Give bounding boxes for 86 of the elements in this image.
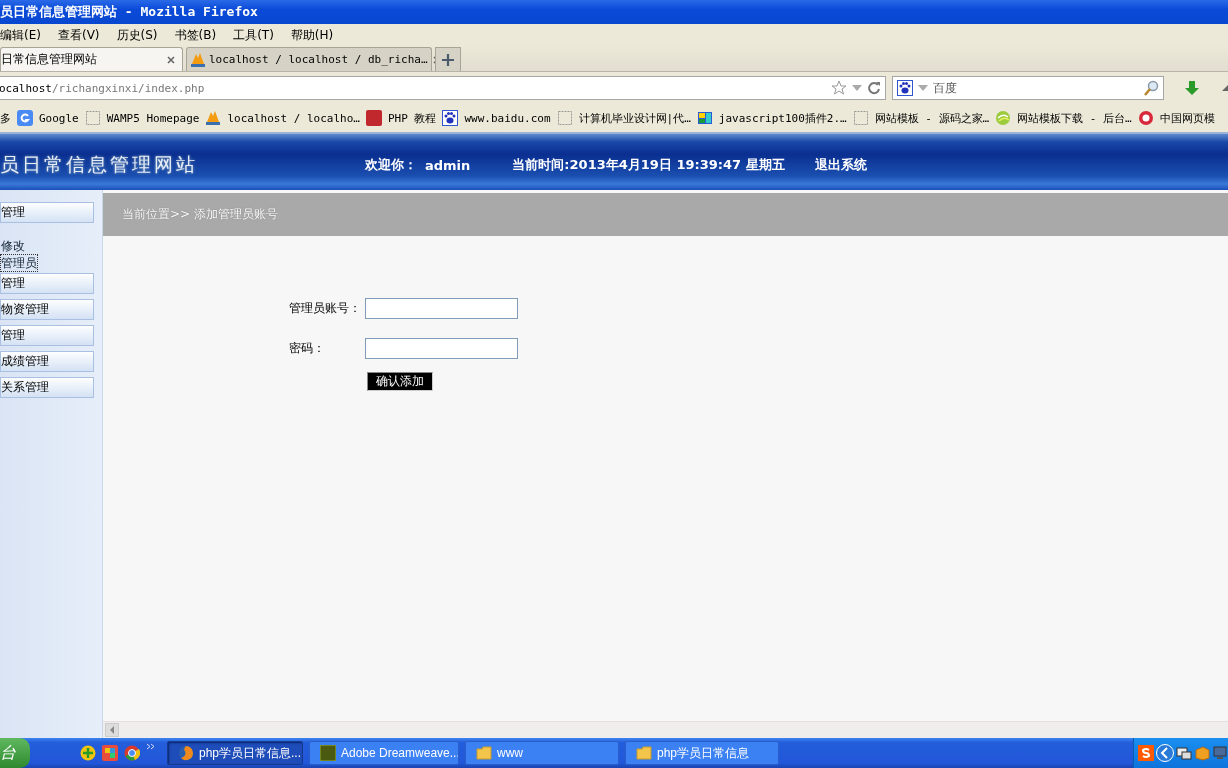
sidebar-section[interactable]: 成绩管理 [0, 351, 94, 372]
sidebar-section[interactable]: 物资管理 [0, 299, 94, 320]
picture-icon[interactable] [102, 745, 118, 761]
taskbar-button[interactable]: www [465, 741, 619, 765]
url-text: ocalhost/richangxinxi/index.php [0, 81, 206, 95]
sidebar-link[interactable]: 管理员 [0, 254, 38, 272]
menu-item[interactable]: 编辑(E) [0, 26, 41, 44]
logout-link[interactable]: 退出系统 [814, 156, 867, 174]
paw-icon [896, 80, 913, 96]
bookmark-link[interactable]: 多 [0, 110, 11, 126]
tile-icon[interactable] [365, 110, 382, 126]
bookmark-link[interactable]: Google [39, 111, 79, 125]
arrow-icon [109, 726, 115, 734]
page-icon[interactable] [84, 110, 101, 126]
dropdown-icon [916, 83, 929, 93]
menu-item[interactable]: 查看(V) [57, 26, 100, 44]
chevron-icon[interactable] [146, 743, 155, 750]
sidebar-section[interactable]: 关系管理 [0, 377, 94, 398]
bookmark-link[interactable]: PHP 教程 [387, 110, 437, 126]
taskbar-button[interactable]: php学员日常信息 [625, 741, 779, 765]
grid-icon[interactable] [696, 110, 713, 126]
sidebar-section[interactable]: 管理 [0, 202, 94, 223]
browser-icon [178, 745, 194, 761]
back-icon[interactable] [1156, 744, 1174, 762]
bookmark-link[interactable]: 中国网页模 [1159, 110, 1215, 126]
browser-tab[interactable]: 日常信息管理网站 [0, 47, 183, 71]
bookmark-link[interactable]: javascript100插件2.… [718, 110, 847, 126]
flame-icon[interactable] [205, 110, 222, 126]
field-label: 管理员账号： [289, 300, 362, 317]
circle-icon[interactable] [1137, 110, 1154, 126]
browser-icon[interactable] [124, 745, 140, 761]
submit-button[interactable]: 确认添加 [367, 372, 433, 391]
globe-icon[interactable] [995, 110, 1012, 126]
current-time: 当前时间:2013年4月19日 19:39:47 星期五 [512, 156, 785, 174]
site-title: 员日常信息管理网站 [0, 152, 199, 177]
menu-item[interactable]: 历史(S) [116, 26, 158, 44]
search-field[interactable]: 百度 [932, 81, 1140, 95]
breadcrumb: 当前位置>> 添加管理员账号 [122, 206, 278, 223]
folder-icon [476, 745, 492, 761]
sidebar-link[interactable]: 修改 [0, 237, 26, 255]
paw-icon[interactable] [442, 110, 459, 126]
folder-icon [636, 745, 652, 761]
welcome-label: 欢迎你： [365, 156, 417, 174]
monitor-icon[interactable] [1212, 745, 1228, 761]
address-field[interactable]: ocalhost/richangxinxi/index.php [0, 76, 886, 100]
plus-icon [441, 52, 455, 67]
new-tab-button[interactable] [435, 47, 461, 71]
bookmark-link[interactable]: 计算机毕业设计网|代… [578, 110, 691, 126]
sidebar-section[interactable]: 管理 [0, 273, 94, 294]
tab-label: localhost / localhost / db_richa… [209, 53, 428, 66]
menu-item[interactable]: 帮助(H) [290, 26, 334, 44]
bookmark-link[interactable]: www.baidu.com [464, 111, 551, 125]
password-field[interactable] [365, 338, 518, 359]
page-icon[interactable] [556, 110, 573, 126]
dropdown-icon [850, 83, 863, 93]
sidebar-section[interactable]: 管理 [0, 325, 94, 346]
flame-icon [190, 51, 206, 68]
bookmark-icon[interactable] [17, 110, 33, 126]
tab-label: 日常信息管理网站 [1, 51, 97, 68]
download-icon[interactable] [1184, 80, 1201, 96]
tile-icon [320, 745, 336, 761]
search-bar[interactable]: 百度 [891, 76, 1165, 100]
taskbar-button[interactable]: Adobe Dreamweave... [309, 741, 459, 765]
menu-item[interactable]: 书签(B) [174, 26, 217, 44]
bookmark-link[interactable]: localhost / localho… [227, 111, 360, 125]
bookmark-link[interactable]: 网站模板 - 源码之家… [874, 110, 990, 126]
star-icon [830, 80, 847, 96]
reload-icon [866, 81, 881, 95]
page-icon[interactable] [852, 110, 869, 126]
close-icon [166, 54, 176, 65]
menu-item[interactable]: 工具(T) [233, 26, 274, 44]
browser-tab[interactable]: localhost / localhost / db_richa… [186, 47, 432, 71]
tray-icon[interactable] [1138, 745, 1154, 761]
input-field[interactable] [365, 298, 518, 319]
bookmark-link[interactable]: 网站模板下载 - 后台… [1017, 110, 1132, 126]
field-label: 密码： [289, 340, 326, 357]
home-icon[interactable] [1222, 83, 1228, 93]
scroll-left-button[interactable] [105, 723, 119, 737]
add-icon[interactable] [80, 745, 96, 761]
network-icon[interactable] [1176, 745, 1192, 761]
window-title: 员日常信息管理网站 - Mozilla Firefox [0, 3, 258, 21]
bookmark-link[interactable]: WAMP5 Homepage [106, 111, 200, 125]
taskbar-button[interactable]: php学员日常信息... [167, 741, 303, 765]
search-icon [1143, 80, 1160, 96]
user-name: admin [425, 157, 471, 173]
horizontal-scrollbar[interactable] [103, 721, 1228, 738]
